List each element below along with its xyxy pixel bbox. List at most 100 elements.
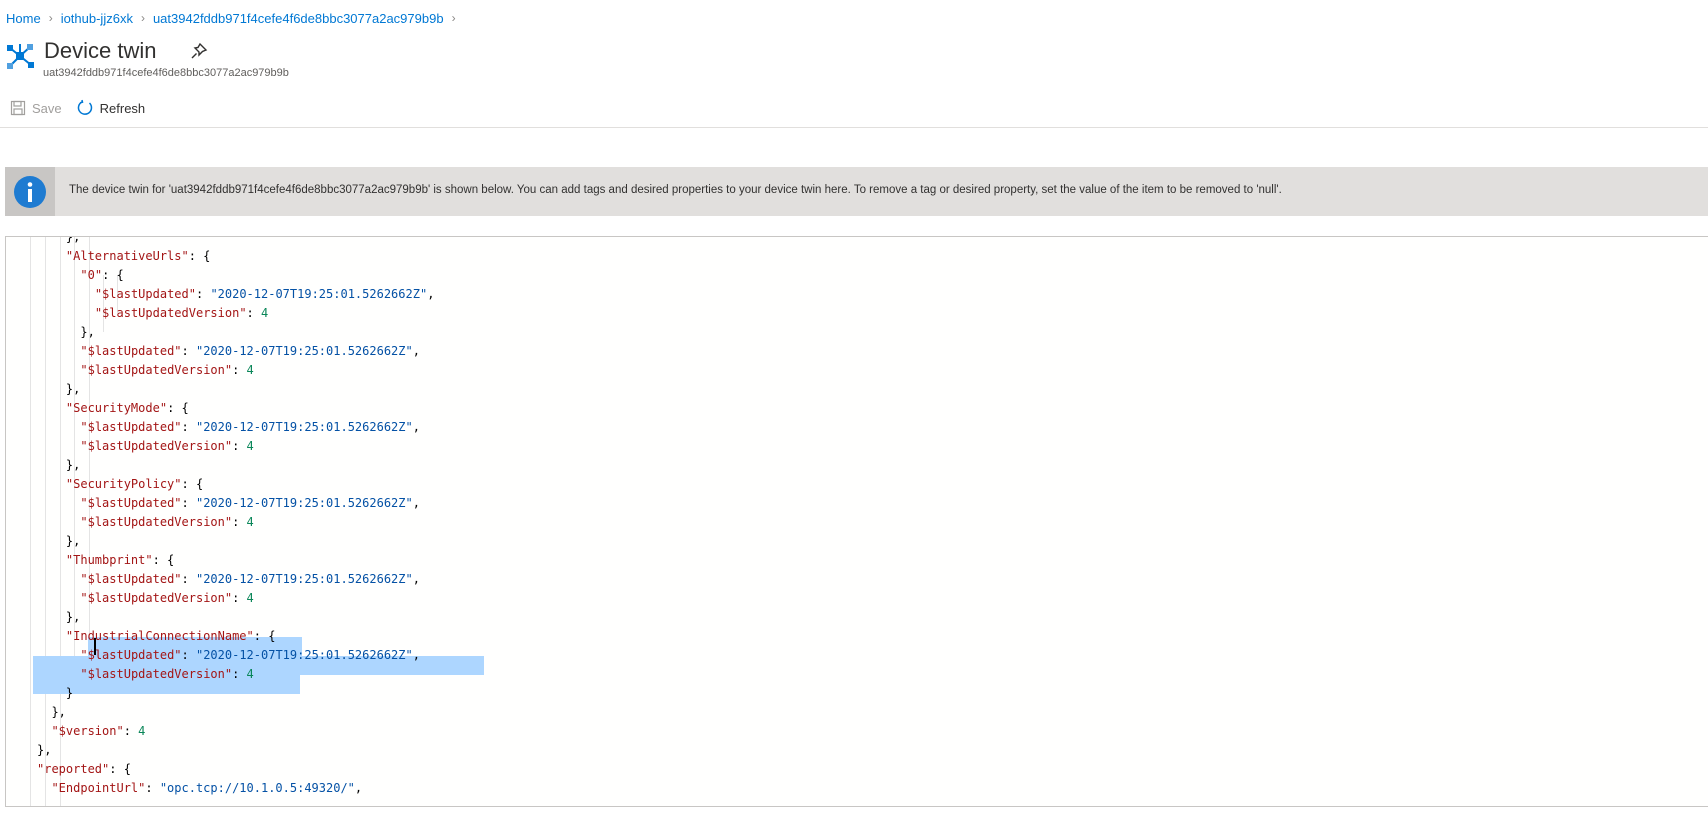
code-token: "$lastUpdatedVersion" xyxy=(80,591,233,605)
code-token: : { xyxy=(181,477,204,491)
code-token: } xyxy=(65,686,74,700)
code-token: : xyxy=(232,667,247,681)
save-icon xyxy=(10,100,26,116)
code-token: 4 xyxy=(261,306,269,320)
page-subtitle: uat3942fddb971f4cefe4f6de8bbc3077a2ac979… xyxy=(43,67,289,79)
code-token: : xyxy=(181,648,196,662)
code-token: : { xyxy=(188,249,211,263)
code-token: "$lastUpdatedVersion" xyxy=(80,667,233,681)
code-token: "SecurityMode" xyxy=(65,401,168,415)
chevron-right-icon: › xyxy=(140,11,145,25)
code-line: }, xyxy=(65,236,81,247)
code-token: }, xyxy=(51,705,66,719)
code-token: 4 xyxy=(246,667,254,681)
code-token: "$version" xyxy=(51,724,124,738)
code-token: "EndpointUrl" xyxy=(51,781,146,795)
code-line: "$lastUpdatedVersion": 4 xyxy=(80,437,253,456)
refresh-label: Refresh xyxy=(99,100,146,116)
code-line: "$lastUpdatedVersion": 4 xyxy=(80,665,253,684)
code-token: "$lastUpdatedVersion" xyxy=(94,306,247,320)
code-token: "Thumbprint" xyxy=(65,553,153,567)
code-line: }, xyxy=(66,380,80,399)
code-line: "$lastUpdated": "2020-12-07T19:25:01.526… xyxy=(80,342,420,361)
code-token: }, xyxy=(65,458,81,472)
code-token: "$lastUpdatedVersion" xyxy=(80,439,233,453)
code-token: "2020-12-07T19:25:01.5262662Z" xyxy=(195,572,413,586)
breadcrumb: Home › iothub-jjz6xk › uat3942fddb971f4c… xyxy=(6,8,464,28)
code-token: "$lastUpdated" xyxy=(80,420,182,434)
code-line: "SecurityPolicy": { xyxy=(66,475,203,494)
code-token: "2020-12-07T19:25:01.5262662Z" xyxy=(195,344,413,358)
code-line: }, xyxy=(51,703,65,722)
code-line: "AlternativeUrls": { xyxy=(66,247,211,266)
info-banner-text: The device twin for 'uat3942fddb971f4cef… xyxy=(69,184,1282,196)
code-token: : xyxy=(123,724,139,738)
code-token: "2020-12-07T19:25:01.5262662Z" xyxy=(195,420,413,434)
code-token: , xyxy=(412,344,420,358)
code-token: : xyxy=(232,439,247,453)
page-title: Device twin xyxy=(44,38,157,63)
code-token: 4 xyxy=(246,515,254,529)
code-line: "$version": 4 xyxy=(51,722,145,741)
code-token: "$lastUpdated" xyxy=(80,496,182,510)
code-token: , xyxy=(412,420,420,434)
code-line: "$lastUpdatedVersion": 4 xyxy=(80,513,253,532)
code-line: } xyxy=(66,684,73,703)
code-line: "$lastUpdated": "2020-12-07T19:25:01.526… xyxy=(80,494,420,513)
code-token: : xyxy=(232,363,247,377)
code-token: "2020-12-07T19:25:01.5262662Z" xyxy=(210,287,428,301)
code-token: }, xyxy=(65,236,81,244)
chevron-right-icon: › xyxy=(451,11,456,25)
code-token: "$lastUpdated" xyxy=(80,572,182,586)
code-token: , xyxy=(412,648,420,662)
code-token: 4 xyxy=(246,591,254,605)
code-line: "0": { xyxy=(80,266,123,285)
code-token: : xyxy=(195,287,211,301)
code-token: "2020-12-07T19:25:01.5262662Z" xyxy=(195,648,413,662)
device-twin-icon xyxy=(7,44,34,69)
code-token: "$lastUpdatedVersion" xyxy=(80,363,233,377)
code-token: "AlternativeUrls" xyxy=(65,249,189,263)
code-line: "IndustrialConnectionName": { xyxy=(66,627,276,646)
indent-guide xyxy=(30,237,31,806)
breadcrumb-device[interactable]: uat3942fddb971f4cefe4f6de8bbc3077a2ac979… xyxy=(153,11,444,26)
code-line: }, xyxy=(37,741,51,760)
code-line: "$lastUpdatedVersion": 4 xyxy=(80,589,253,608)
code-token: }, xyxy=(37,743,52,757)
refresh-icon xyxy=(77,99,92,115)
refresh-button[interactable]: Refresh xyxy=(76,99,146,117)
code-token: "opc.tcp://10.1.0.5:49320/" xyxy=(159,781,355,795)
breadcrumb-iothub[interactable]: iothub-jjz6xk xyxy=(61,11,133,26)
code-line: }, xyxy=(66,456,80,475)
code-line: }, xyxy=(66,608,80,627)
code-token: : xyxy=(232,591,247,605)
code-token: }, xyxy=(65,610,81,624)
info-banner: The device twin for 'uat3942fddb971f4cef… xyxy=(5,167,1708,216)
code-token: "$lastUpdatedVersion" xyxy=(80,515,233,529)
code-line: "$lastUpdatedVersion": 4 xyxy=(95,304,268,323)
code-line: "$lastUpdated": "2020-12-07T19:25:01.526… xyxy=(80,418,420,437)
code-line: }, xyxy=(66,532,80,551)
code-token: : { xyxy=(152,553,175,567)
indent-guide xyxy=(45,237,46,806)
code-token: "0" xyxy=(80,268,103,282)
save-label: Save xyxy=(32,100,62,116)
code-line: "$lastUpdated": "2020-12-07T19:25:01.526… xyxy=(80,570,420,589)
pin-icon[interactable] xyxy=(190,42,208,60)
code-token: "$lastUpdated" xyxy=(94,287,196,301)
code-token: : xyxy=(181,572,196,586)
code-line: }, xyxy=(80,323,94,342)
code-line: "Thumbprint": { xyxy=(66,551,174,570)
json-editor[interactable]: }, "AlternativeUrls": {"0": {"$lastUpdate… xyxy=(5,236,1708,807)
code-token: "reported" xyxy=(37,762,110,776)
code-token: "2020-12-07T19:25:01.5262662Z" xyxy=(195,496,413,510)
code-token: : { xyxy=(102,268,124,282)
code-token: 4 xyxy=(138,724,146,738)
code-line: "EndpointUrl": "opc.tcp://10.1.0.5:49320… xyxy=(51,779,362,798)
chevron-right-icon: › xyxy=(48,11,53,25)
code-line: "$lastUpdated": "2020-12-07T19:25:01.526… xyxy=(80,646,420,665)
breadcrumb-home[interactable]: Home xyxy=(6,11,41,26)
code-token: : xyxy=(181,344,196,358)
save-button[interactable]: Save xyxy=(10,100,62,116)
code-line: "SecurityMode": { xyxy=(66,399,189,418)
